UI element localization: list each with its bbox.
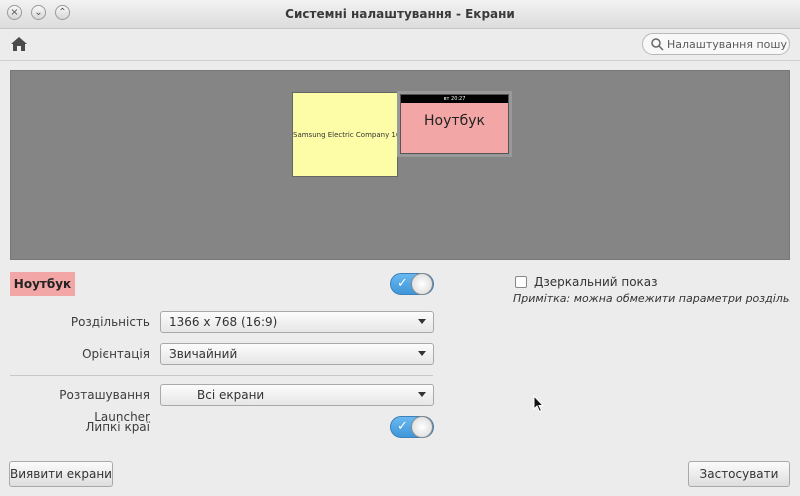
resolution-label: Роздільність (70, 315, 150, 329)
home-icon[interactable] (10, 35, 28, 53)
mirror-checkbox[interactable] (515, 276, 527, 288)
toggle-knob (411, 416, 433, 438)
search-icon (651, 38, 664, 51)
check-icon: ✓ (397, 419, 408, 434)
chevron-down-icon (418, 392, 426, 397)
sticky-edges-label: Липкі краї (85, 420, 150, 434)
search-box[interactable] (642, 33, 790, 55)
monitor-laptop-panel-clock: вт 20:27 (401, 95, 508, 103)
orientation-select[interactable]: Звичайний (160, 343, 434, 365)
title-bar: × ⌄ ⌃ Системні налаштування - Екрани (0, 0, 800, 29)
launcher-placement-select[interactable]: Всі екрани (160, 384, 434, 406)
toggle-knob (411, 273, 433, 295)
chevron-down-icon (418, 319, 426, 324)
selected-display-name: Ноутбук (10, 272, 75, 296)
search-input[interactable] (667, 36, 787, 52)
orientation-value: Звичайний (169, 347, 238, 361)
apply-button[interactable]: Застосувати (688, 461, 790, 487)
monitor-samsung[interactable]: Samsung Electric Company 16" (292, 92, 398, 177)
mouse-cursor-icon (533, 395, 545, 413)
divider (10, 375, 433, 376)
monitor-laptop-label: Ноутбук (424, 113, 485, 129)
mirror-note: Примітка: можна обмежити параметри розді… (513, 292, 790, 305)
chevron-down-icon (418, 351, 426, 356)
orientation-label: Орієнтація (82, 347, 150, 361)
resolution-value: 1366 x 768 (16:9) (169, 315, 278, 329)
display-arrangement-area[interactable]: Samsung Electric Company 16" вт 20:27 Но… (10, 70, 790, 260)
monitor-samsung-label: Samsung Electric Company 16" (293, 131, 398, 139)
sticky-edges-toggle[interactable]: ✓ (390, 416, 434, 438)
launcher-placement-value: Всі екрани (197, 388, 265, 402)
monitor-laptop[interactable]: вт 20:27 Ноутбук (397, 91, 512, 157)
display-enabled-toggle[interactable]: ✓ (390, 273, 434, 295)
window-title: Системні налаштування - Екрани (285, 7, 515, 21)
resolution-select[interactable]: 1366 x 768 (16:9) (160, 311, 434, 333)
check-icon: ✓ (397, 276, 408, 291)
mirror-label[interactable]: Дзеркальний показ (534, 273, 658, 291)
detect-displays-button[interactable]: Виявити екрани (9, 461, 113, 487)
toolbar (0, 29, 800, 61)
